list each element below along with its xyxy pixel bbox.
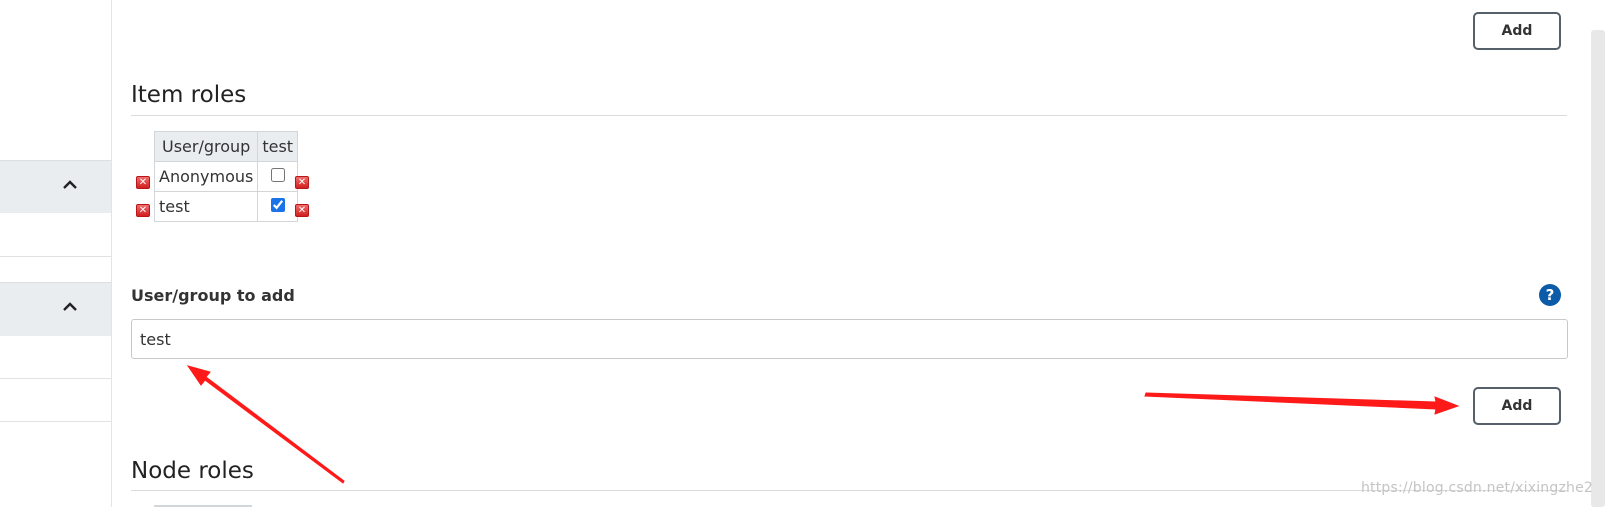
help-icon[interactable]: ? [1539, 284, 1561, 306]
section-divider [131, 115, 1567, 116]
sidebar-section-1[interactable] [0, 160, 111, 213]
user-name-cell: Anonymous [153, 161, 259, 192]
permission-checkbox-test[interactable] [270, 198, 285, 212]
sidebar-divider [0, 421, 111, 422]
column-header-user-group: User/group [153, 131, 259, 162]
delete-x-icon[interactable]: ✕ [136, 176, 150, 189]
chevron-up-icon[interactable] [63, 302, 77, 314]
user-group-input[interactable] [131, 319, 1568, 359]
sidebar-divider [0, 378, 111, 379]
item-roles-table: User/group test Anonymous test [153, 131, 299, 222]
permission-checkbox-anonymous[interactable] [270, 168, 285, 182]
table-header-row: User/group test [153, 131, 299, 162]
section-divider [131, 490, 1567, 491]
sidebar [0, 0, 112, 507]
item-roles-heading: Item roles [131, 82, 247, 108]
scrollbar-thumb[interactable] [1591, 30, 1605, 507]
sidebar-divider [0, 256, 111, 257]
column-header-role-test: test [257, 131, 299, 162]
sidebar-section-2[interactable] [0, 282, 111, 336]
user-group-to-add-label: User/group to add [131, 286, 295, 305]
delete-x-icon[interactable]: ✕ [295, 204, 309, 217]
delete-x-icon[interactable]: ✕ [136, 204, 150, 217]
add-button-bottom[interactable]: Add [1473, 387, 1561, 425]
chevron-up-icon[interactable] [63, 180, 77, 192]
watermark: https://blog.csdn.net/xixingzhe2 [1360, 480, 1593, 496]
permission-cell [257, 161, 299, 192]
add-button-top[interactable]: Add [1473, 12, 1561, 50]
table-row: Anonymous [153, 161, 299, 192]
annotation-arrows [186, 365, 1460, 484]
node-roles-heading: Node roles [131, 458, 254, 484]
table-row: test [153, 191, 299, 222]
user-name-cell: test [153, 191, 259, 222]
arrow-to-add-button [1144, 392, 1460, 415]
delete-x-icon[interactable]: ✕ [295, 176, 309, 189]
permission-cell [257, 191, 299, 222]
